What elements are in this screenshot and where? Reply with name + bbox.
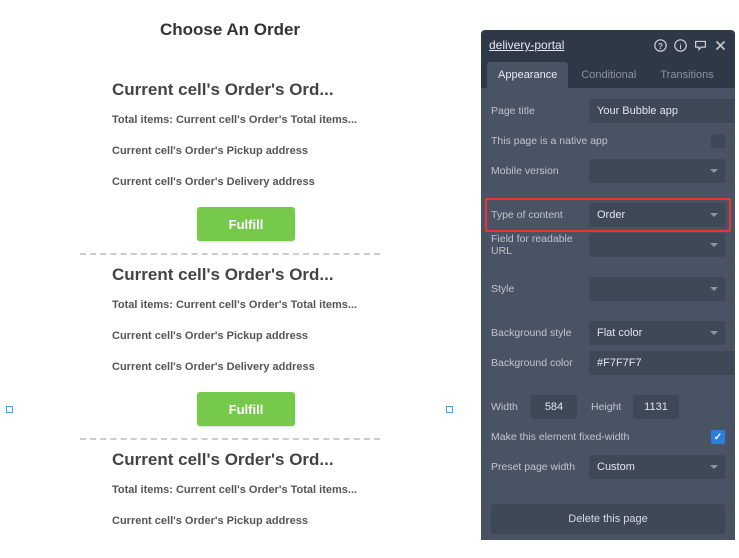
- panel-element-name[interactable]: delivery-portal: [489, 38, 654, 52]
- dropdown-readable-url[interactable]: [589, 233, 725, 257]
- order-heading: Current cell's Order's Ord...: [112, 80, 380, 100]
- dropdown-bg-style[interactable]: Flat color: [589, 321, 725, 345]
- input-bg-color-hex[interactable]: [589, 351, 735, 375]
- label-fixed-width: Make this element fixed-width: [491, 431, 711, 443]
- order-total-items: Total items: Current cell's Order's Tota…: [112, 484, 380, 496]
- row-dimensions: Width Height: [491, 394, 725, 420]
- svg-text:i: i: [679, 41, 681, 50]
- info-icon[interactable]: i: [674, 39, 687, 52]
- label-readable-url: Field for readable URL: [491, 233, 589, 257]
- row-bg-color: Background color: [491, 350, 725, 376]
- tab-transitions[interactable]: Transitions: [649, 62, 724, 88]
- delete-page-button[interactable]: Delete this page: [491, 504, 725, 534]
- label-type-of-content: Type of content: [491, 209, 589, 221]
- label-style: Style: [491, 283, 589, 295]
- row-bg-style: Background style Flat color: [491, 320, 725, 346]
- tab-appearance[interactable]: Appearance: [487, 62, 568, 88]
- row-type-of-content: Type of content Order: [491, 202, 725, 228]
- order-delivery-address: Current cell's Order's Delivery address: [112, 176, 380, 188]
- row-readable-url: Field for readable URL: [491, 232, 725, 258]
- label-width: Width: [491, 401, 531, 413]
- repeating-group: Current cell's Order's Ord... Total item…: [0, 70, 460, 558]
- close-icon[interactable]: [714, 39, 727, 52]
- editor-canvas: Choose An Order Current cell's Order's O…: [0, 0, 460, 548]
- row-style: Style: [491, 276, 725, 302]
- selection-handle-left[interactable]: [6, 406, 13, 413]
- property-editor-panel: delivery-portal ? i Appearance Condition…: [481, 30, 735, 540]
- order-pickup-address: Current cell's Order's Pickup address: [112, 145, 380, 157]
- order-heading: Current cell's Order's Ord...: [112, 265, 380, 285]
- order-delivery-address: Current cell's Order's Delivery address: [112, 361, 380, 373]
- dropdown-preset-width[interactable]: Custom: [589, 455, 725, 479]
- dropdown-mobile-version[interactable]: [589, 159, 725, 183]
- page-heading: Choose An Order: [0, 20, 460, 40]
- comment-icon[interactable]: [694, 39, 707, 52]
- label-native-app: This page is a native app: [491, 135, 711, 147]
- order-cell[interactable]: Current cell's Order's Ord... Total item…: [0, 70, 460, 253]
- label-preset-width: Preset page width: [491, 461, 589, 473]
- panel-body: Page title This page is a native app Mob…: [481, 88, 735, 540]
- checkbox-native-app[interactable]: [711, 134, 725, 148]
- panel-tabs: Appearance Conditional Transitions: [481, 60, 735, 88]
- order-total-items: Total items: Current cell's Order's Tota…: [112, 114, 380, 126]
- row-fixed-width: Make this element fixed-width: [491, 424, 725, 450]
- input-page-title[interactable]: [589, 99, 735, 123]
- input-width[interactable]: [531, 395, 577, 419]
- row-native-app: This page is a native app: [491, 128, 725, 154]
- label-bg-style: Background style: [491, 327, 589, 339]
- order-total-items: Total items: Current cell's Order's Tota…: [112, 299, 380, 311]
- row-preset-width: Preset page width Custom: [491, 454, 725, 480]
- row-page-title: Page title: [491, 98, 725, 124]
- label-page-title: Page title: [491, 105, 589, 117]
- tab-conditional[interactable]: Conditional: [570, 62, 647, 88]
- checkbox-fixed-width[interactable]: [711, 430, 725, 444]
- fulfill-button[interactable]: Fulfill: [197, 392, 295, 426]
- input-height[interactable]: [633, 395, 679, 419]
- order-cell[interactable]: Current cell's Order's Ord... Total item…: [0, 255, 460, 438]
- dropdown-style[interactable]: [589, 277, 725, 301]
- fulfill-button[interactable]: Fulfill: [197, 207, 295, 241]
- selection-handle-right[interactable]: [446, 406, 453, 413]
- order-cell[interactable]: Current cell's Order's Ord... Total item…: [0, 440, 460, 558]
- panel-header[interactable]: delivery-portal ? i: [481, 30, 735, 60]
- svg-text:?: ?: [658, 41, 663, 50]
- label-mobile-version: Mobile version: [491, 165, 589, 177]
- order-pickup-address: Current cell's Order's Pickup address: [112, 515, 380, 527]
- order-pickup-address: Current cell's Order's Pickup address: [112, 330, 380, 342]
- label-bg-color: Background color: [491, 357, 589, 369]
- order-heading: Current cell's Order's Ord...: [112, 450, 380, 470]
- label-height: Height: [591, 401, 633, 413]
- dropdown-type-of-content[interactable]: Order: [589, 203, 725, 227]
- help-icon[interactable]: ?: [654, 39, 667, 52]
- row-mobile-version: Mobile version: [491, 158, 725, 184]
